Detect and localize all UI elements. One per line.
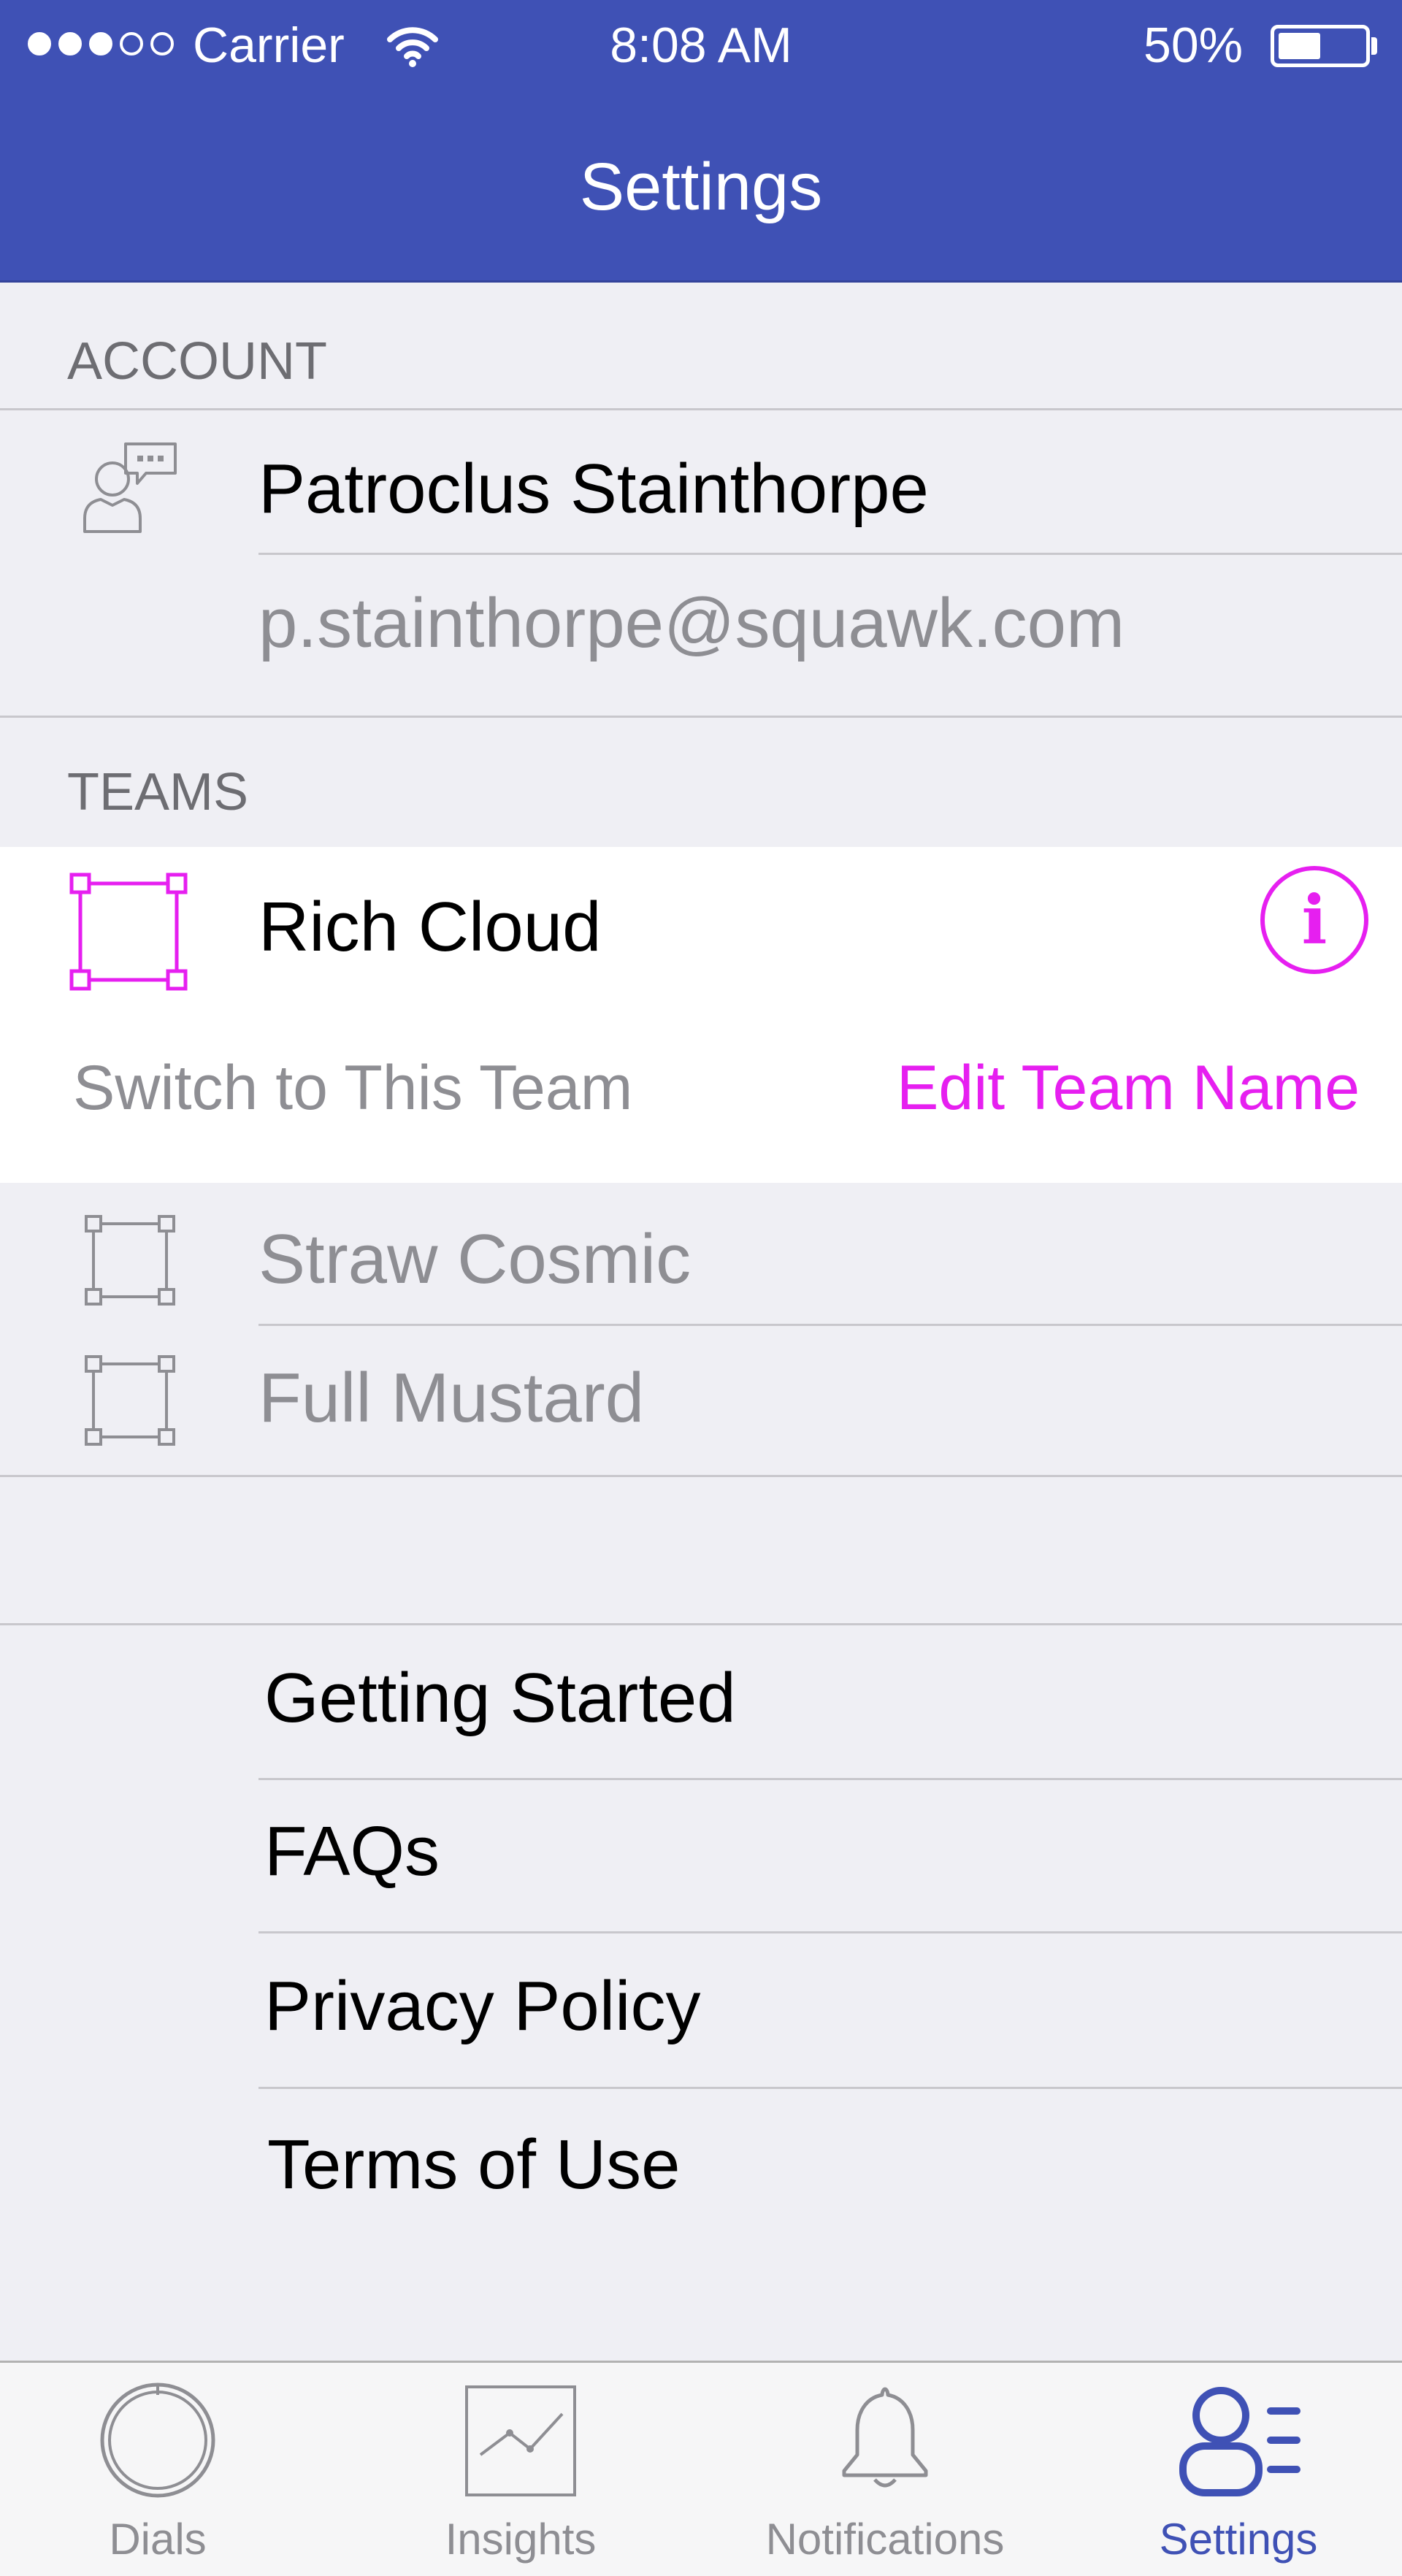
getting-started-link[interactable]: Getting Started bbox=[264, 1655, 736, 1742]
chart-icon bbox=[465, 2385, 576, 2496]
divider bbox=[258, 2087, 1402, 2089]
divider bbox=[0, 716, 1402, 718]
divider bbox=[258, 1324, 1402, 1326]
divider bbox=[0, 1623, 1402, 1625]
battery-level bbox=[1279, 33, 1320, 59]
switch-team-button[interactable]: Switch to This Team bbox=[73, 1048, 632, 1128]
terms-of-use-link[interactable]: Terms of Use bbox=[267, 2121, 680, 2209]
divider bbox=[258, 1931, 1402, 1933]
divider bbox=[258, 1778, 1402, 1780]
section-header-teams: TEAMS bbox=[67, 763, 249, 821]
tab-label-notifications: Notifications bbox=[765, 2515, 1005, 2564]
account-name[interactable]: Patroclus Stainthorpe bbox=[258, 445, 929, 533]
info-icon: i bbox=[1301, 881, 1328, 959]
team-item-straw-cosmic[interactable]: Straw Cosmic bbox=[258, 1216, 691, 1303]
tab-label-insights: Insights bbox=[445, 2515, 597, 2564]
divider bbox=[0, 408, 1402, 410]
edit-team-name-button[interactable]: Edit Team Name bbox=[897, 1048, 1360, 1128]
selected-team-panel bbox=[0, 847, 1402, 1183]
selected-team-name: Rich Cloud bbox=[258, 888, 602, 966]
team-square-icon bbox=[69, 873, 188, 991]
tab-label-settings: Settings bbox=[1159, 2515, 1318, 2564]
tab-label-dials: Dials bbox=[109, 2515, 207, 2564]
bell-icon bbox=[842, 2387, 928, 2488]
dial-icon bbox=[100, 2383, 215, 2498]
team-square-icon bbox=[85, 1215, 175, 1306]
account-email[interactable]: p.stainthorpe@squawk.com bbox=[258, 580, 1125, 667]
faqs-link[interactable]: FAQs bbox=[264, 1808, 440, 1895]
team-item-full-mustard[interactable]: Full Mustard bbox=[258, 1354, 644, 1442]
page-title: Settings bbox=[579, 150, 823, 224]
privacy-policy-link[interactable]: Privacy Policy bbox=[264, 1963, 700, 2050]
user-chat-icon bbox=[83, 442, 177, 533]
settings-profile-icon bbox=[1179, 2387, 1301, 2496]
info-button[interactable]: i bbox=[1260, 866, 1368, 974]
section-header-account: ACCOUNT bbox=[67, 332, 327, 391]
battery-icon bbox=[1271, 25, 1370, 67]
divider bbox=[258, 553, 1402, 555]
battery-percentage: 50% bbox=[1144, 18, 1244, 73]
battery-tip bbox=[1371, 37, 1377, 55]
team-square-icon bbox=[85, 1355, 175, 1446]
divider bbox=[0, 1475, 1402, 1477]
